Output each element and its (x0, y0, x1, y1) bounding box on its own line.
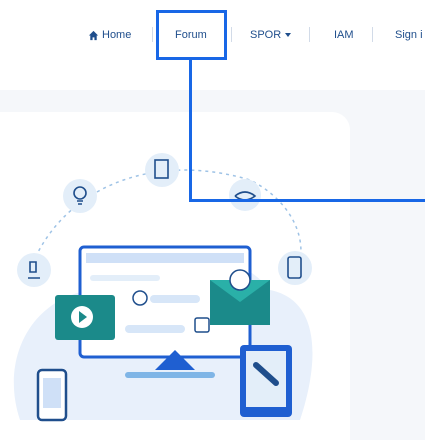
phone-document-icon (278, 251, 312, 285)
nav-home-label: Home (102, 29, 132, 41)
hero-illustration (13, 153, 313, 422)
lightbulb-icon (63, 179, 97, 213)
callout-connector-horizontal (189, 199, 425, 202)
tablet-icon (240, 345, 292, 417)
nav-spor-dropdown[interactable]: SPOR (250, 27, 292, 43)
nav-divider (309, 27, 310, 42)
certificate-icon (145, 153, 179, 187)
home-icon (88, 30, 99, 40)
microscope-icon (17, 253, 51, 287)
callout-connector-vertical (189, 58, 192, 202)
chevron-down-icon (285, 33, 292, 37)
nav-divider (231, 27, 232, 42)
nav-iam-link[interactable]: IAM (334, 27, 354, 43)
top-navigation: Home Forum SPOR IAM Sign i (0, 0, 425, 70)
page: Home Forum SPOR IAM Sign i (0, 0, 425, 440)
nav-divider (152, 27, 153, 42)
nav-home-link[interactable]: Home (88, 27, 131, 43)
handshake-icon (229, 179, 261, 211)
nav-signin-link[interactable]: Sign i (395, 27, 423, 43)
mobile-phone-icon (36, 368, 68, 422)
nav-spor-label: SPOR (250, 29, 282, 41)
video-player-icon (55, 295, 115, 340)
nav-forum-link[interactable]: Forum (175, 27, 207, 43)
nav-divider (372, 27, 373, 42)
